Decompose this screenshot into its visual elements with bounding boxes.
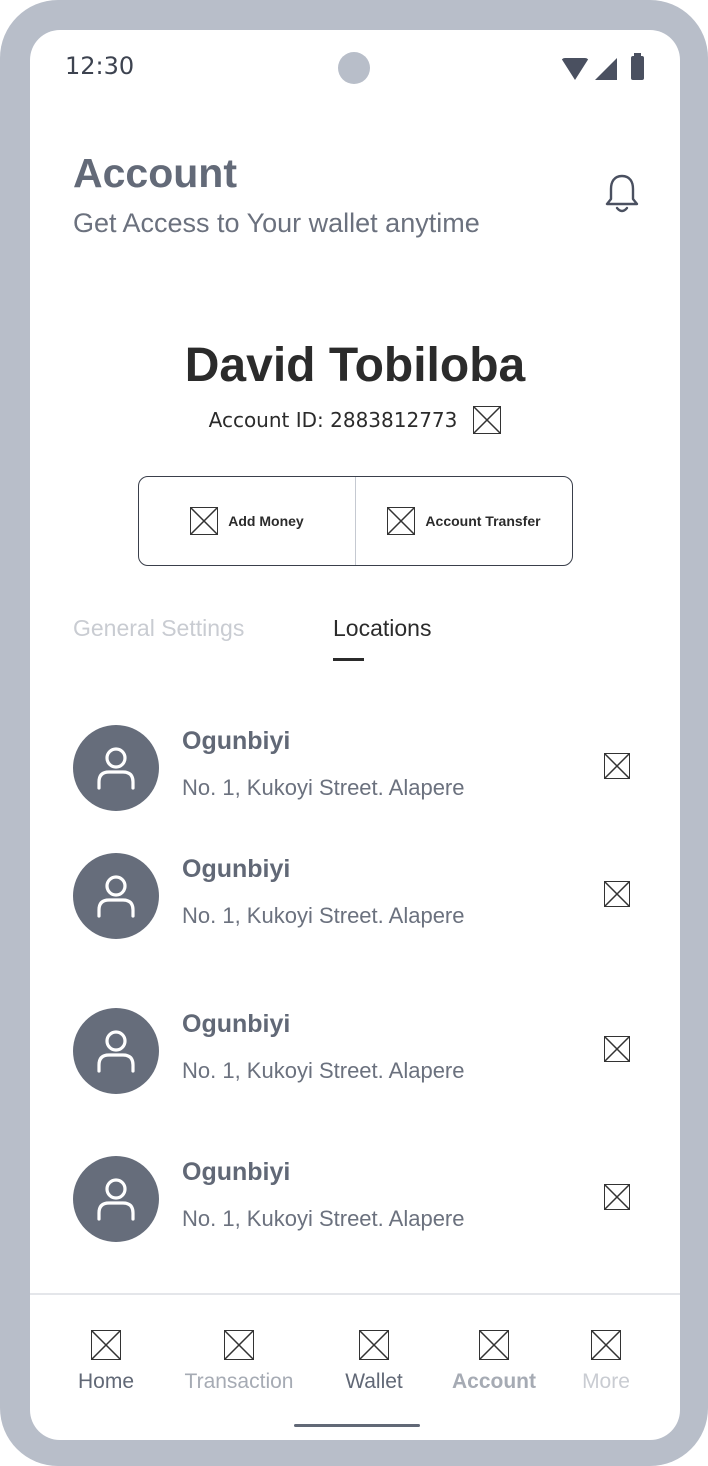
- nav-divider: [30, 1293, 680, 1295]
- camera-icon: [338, 52, 370, 84]
- add-money-label: Add Money: [228, 513, 304, 529]
- user-name: David Tobiloba: [184, 339, 526, 392]
- nav-account[interactable]: Account: [446, 1330, 542, 1394]
- nav-home-label: Home: [77, 1370, 135, 1393]
- user-icon: [97, 1030, 135, 1073]
- user-icon: [97, 875, 135, 918]
- transaction-icon: [224, 1330, 254, 1360]
- home-icon: [91, 1330, 121, 1360]
- list-item[interactable]: Ogunbiyi No. 1, Kukoyi Street. Alapere: [73, 1008, 643, 1094]
- user-icon: [97, 747, 135, 790]
- home-indicator[interactable]: [294, 1424, 420, 1427]
- list-item[interactable]: Ogunbiyi No. 1, Kukoyi Street. Alapere: [73, 1156, 643, 1242]
- avatar: [73, 1008, 159, 1094]
- active-tab-indicator: [333, 658, 364, 661]
- phone-frame: 12:30 Account Get Access to Your wallet …: [0, 0, 708, 1466]
- tab-general-settings[interactable]: General Settings: [73, 615, 244, 642]
- user-icon: [97, 1178, 135, 1221]
- nav-transaction[interactable]: Transaction: [178, 1330, 300, 1394]
- list-item[interactable]: Ogunbiyi No. 1, Kukoyi Street. Alapere: [73, 853, 643, 939]
- location-name: Ogunbiyi: [182, 1010, 291, 1038]
- nav-transaction-label: Transaction: [184, 1370, 294, 1393]
- nav-more-label: More: [582, 1370, 630, 1393]
- screen: 12:30 Account Get Access to Your wallet …: [30, 30, 680, 1440]
- add-money-icon: [190, 507, 219, 535]
- location-address: No. 1, Kukoyi Street. Alapere: [182, 1058, 465, 1083]
- nav-wallet-label: Wallet: [345, 1370, 403, 1393]
- location-action-icon[interactable]: [604, 1036, 630, 1062]
- page-title: Account: [73, 150, 237, 196]
- copy-icon[interactable]: [473, 406, 502, 434]
- list-item[interactable]: Ogunbiyi No. 1, Kukoyi Street. Alapere: [73, 725, 643, 811]
- action-buttons: Add Money Account Transfer: [138, 476, 573, 566]
- wallet-icon: [359, 1330, 389, 1360]
- avatar: [73, 725, 159, 811]
- status-time: 12:30: [65, 52, 135, 80]
- more-icon: [591, 1330, 621, 1360]
- avatar: [73, 853, 159, 939]
- location-address: No. 1, Kukoyi Street. Alapere: [182, 775, 465, 800]
- account-transfer-button[interactable]: Account Transfer: [355, 477, 572, 565]
- add-money-button[interactable]: Add Money: [139, 477, 355, 565]
- account-transfer-label: Account Transfer: [425, 513, 541, 529]
- location-action-icon[interactable]: [604, 1184, 630, 1210]
- avatar: [73, 1156, 159, 1242]
- account-id: Account ID: 2883812773: [208, 408, 458, 432]
- nav-account-label: Account: [452, 1370, 536, 1393]
- bottom-nav: Home Transaction Wallet Account More: [30, 1330, 680, 1400]
- nav-wallet[interactable]: Wallet: [334, 1330, 414, 1394]
- signal-icon: [595, 58, 617, 80]
- nav-home[interactable]: Home: [70, 1330, 142, 1394]
- nav-more[interactable]: More: [574, 1330, 638, 1394]
- account-icon: [479, 1330, 509, 1360]
- location-name: Ogunbiyi: [182, 727, 291, 755]
- wifi-icon: [561, 58, 589, 80]
- location-name: Ogunbiyi: [182, 855, 291, 883]
- status-icons: [561, 53, 644, 80]
- account-id-row: Account ID: 2883812773: [30, 406, 680, 434]
- location-action-icon[interactable]: [604, 881, 630, 907]
- page-subtitle: Get Access to Your wallet anytime: [73, 208, 480, 238]
- bell-icon[interactable]: [602, 172, 642, 216]
- location-address: No. 1, Kukoyi Street. Alapere: [182, 1206, 465, 1231]
- location-name: Ogunbiyi: [182, 1158, 291, 1186]
- transfer-icon: [387, 507, 416, 535]
- location-address: No. 1, Kukoyi Street. Alapere: [182, 903, 465, 928]
- battery-icon: [631, 53, 644, 80]
- tab-locations[interactable]: Locations: [333, 615, 431, 642]
- location-action-icon[interactable]: [604, 753, 630, 779]
